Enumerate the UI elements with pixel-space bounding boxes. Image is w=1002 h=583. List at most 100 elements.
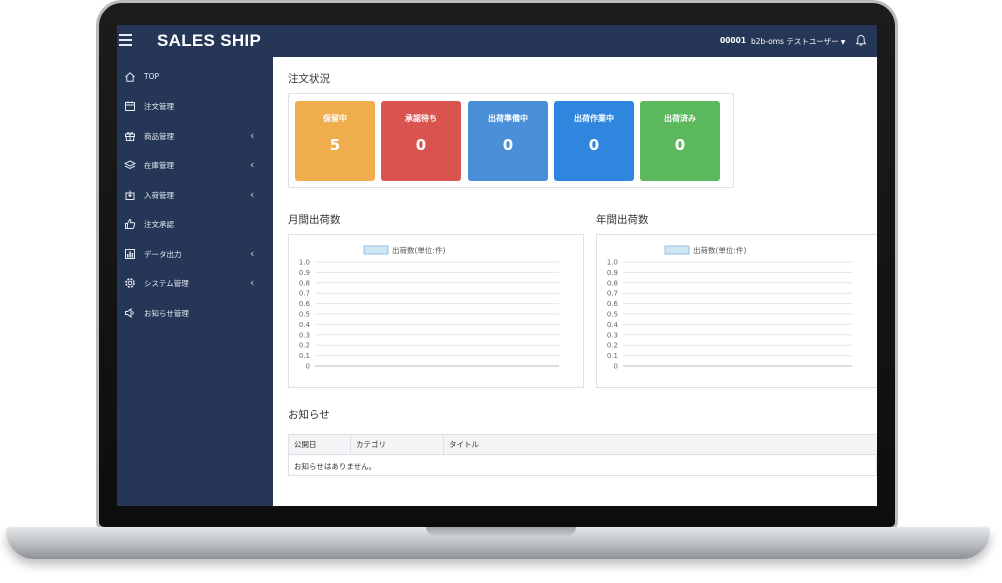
notices-table-header: 公開日 カテゴリ タイトル <box>289 435 877 455</box>
thumbs-up-icon <box>125 218 136 229</box>
bar-chart-icon <box>125 249 135 259</box>
laptop-notch <box>426 527 576 536</box>
status-card-count: 0 <box>502 136 514 154</box>
legend-swatch <box>363 245 389 255</box>
column-header-title[interactable]: タイトル <box>444 435 877 455</box>
y-tick-label: 0.8 <box>299 279 310 287</box>
status-card-count: 0 <box>674 136 686 154</box>
user-menu-dropdown[interactable]: b2b-oms テストユーザー ▼ <box>751 36 845 47</box>
top-navbar: SALES SHIP 00001 b2b-oms テストユーザー ▼ <box>117 25 877 57</box>
y-tick-label: 0.7 <box>299 290 310 298</box>
status-card-awaiting-approval[interactable]: 承認待ち 0 <box>381 101 461 181</box>
y-tick-label: 0.7 <box>607 290 618 298</box>
sidebar-item-notices[interactable]: お知らせ管理 <box>117 305 273 323</box>
sidebar-item-label: システム管理 <box>144 279 189 288</box>
status-card-shipped[interactable]: 出荷済み 0 <box>640 101 720 181</box>
status-card-count: 5 <box>329 136 341 154</box>
chevron-left-icon: ‹ <box>250 158 255 171</box>
sidebar-item-label: 商品管理 <box>144 132 174 141</box>
chevron-left-icon: ‹ <box>250 247 255 260</box>
sidebar-item-system[interactable]: システム管理 ‹ <box>117 275 273 293</box>
status-card-count: 0 <box>588 136 600 154</box>
home-icon <box>125 72 135 82</box>
legend-label: 出荷数(単位:件) <box>392 245 445 255</box>
notices-empty-message: お知らせはありません。 <box>294 462 377 471</box>
bell-icon[interactable] <box>855 34 867 47</box>
download-box-icon <box>125 190 135 200</box>
user-code: 00001 <box>720 36 747 45</box>
y-tick-label: 0.9 <box>299 269 310 277</box>
monthly-chart: 出荷数(単位:件) 1.0 0.9 0.8 0.7 0.6 0.5 0.4 0.3 0.2 0.1 0 <box>288 234 584 388</box>
y-tick-label: 0 <box>614 363 618 371</box>
app-title[interactable]: SALES SHIP <box>157 31 261 51</box>
notices-title: お知らせ <box>288 409 330 421</box>
y-tick-label: 0.6 <box>607 300 619 308</box>
sidebar-item-label: データ出力 <box>144 250 182 259</box>
y-tick-label: 0.1 <box>299 352 310 360</box>
y-tick-label: 0.2 <box>607 342 618 350</box>
sidebar-item-receiving[interactable]: 入荷管理 ‹ <box>117 187 273 205</box>
column-header-category[interactable]: カテゴリ <box>351 435 444 455</box>
y-tick-label: 0.8 <box>607 279 618 287</box>
sidebar-item-label: お知らせ管理 <box>144 309 189 318</box>
notices-table: 公開日 カテゴリ タイトル お知らせはありません。 <box>288 434 877 476</box>
status-card-preparing[interactable]: 出荷準備中 0 <box>468 101 548 181</box>
caret-down-icon: ▼ <box>840 39 846 46</box>
app-screen: SALES SHIP 00001 b2b-oms テストユーザー ▼ TOP 注文… <box>117 25 877 506</box>
yearly-chart-svg: 出荷数(単位:件) 1.0 0.9 0.8 0.7 0.6 0.5 0.4 0.3 0.2 0.1 0 <box>607 245 852 371</box>
y-tick-label: 0.9 <box>607 269 618 277</box>
order-status-panel: 保留中 5 承認待ち 0 出荷準備中 0 出荷作業中 0 出荷済み 0 <box>288 93 734 188</box>
status-card-count: 0 <box>415 136 427 154</box>
y-tick-label: 0.5 <box>299 311 310 319</box>
y-tick-label: 1.0 <box>607 259 618 267</box>
status-card-label: 承認待ち <box>405 114 437 123</box>
monthly-chart-title: 月間出荷数 <box>288 214 341 226</box>
sidebar-item-orders[interactable]: 注文管理 <box>117 98 273 116</box>
sidebar-item-label: 入荷管理 <box>144 191 174 200</box>
y-tick-label: 0.3 <box>607 331 618 339</box>
y-tick-label: 1.0 <box>299 259 310 267</box>
chevron-left-icon: ‹ <box>250 129 255 142</box>
gift-icon <box>125 132 135 141</box>
sidebar-item-label: TOP <box>144 72 160 81</box>
y-tick-label: 0 <box>306 363 310 371</box>
sidebar-item-data-export[interactable]: データ出力 ‹ <box>117 246 273 264</box>
status-card-label: 保留中 <box>323 114 347 123</box>
y-tick-label: 0.5 <box>607 311 618 319</box>
status-card-pending[interactable]: 保留中 5 <box>295 101 375 181</box>
gear-icon <box>125 278 135 288</box>
main-content: 注文状況 保留中 5 承認待ち 0 出荷準備中 0 出荷作業中 0 出荷済み 0 <box>273 57 877 506</box>
status-card-in-progress[interactable]: 出荷作業中 0 <box>554 101 634 181</box>
status-card-label: 出荷作業中 <box>574 114 614 123</box>
hamburger-menu-icon[interactable] <box>119 34 132 47</box>
layers-icon <box>124 160 136 170</box>
y-tick-label: 0.3 <box>299 331 310 339</box>
megaphone-icon <box>125 308 134 318</box>
sidebar-item-order-approval[interactable]: 注文承認 <box>117 216 273 234</box>
y-tick-label: 0.4 <box>607 321 619 329</box>
sidebar-item-label: 注文管理 <box>144 102 174 111</box>
user-name: b2b-oms テストユーザー <box>751 37 839 46</box>
monthly-chart-svg: 出荷数(単位:件) 1.0 0.9 0.8 0.7 0.6 0.5 0.4 0.3 0.2 0.1 0 <box>299 245 559 371</box>
y-tick-label: 0.1 <box>607 352 618 360</box>
sidebar-item-label: 在庫管理 <box>144 161 174 170</box>
chevron-left-icon: ‹ <box>250 188 255 201</box>
status-card-label: 出荷準備中 <box>488 114 528 123</box>
yearly-chart-title: 年間出荷数 <box>596 214 649 226</box>
legend-label: 出荷数(単位:件) <box>693 245 746 255</box>
status-card-label: 出荷済み <box>664 114 696 123</box>
chevron-left-icon: ‹ <box>250 276 255 289</box>
column-header-date[interactable]: 公開日 <box>289 435 351 455</box>
calendar-icon <box>125 101 135 111</box>
sidebar-item-products[interactable]: 商品管理 ‹ <box>117 128 273 146</box>
yearly-chart: 出荷数(単位:件) 1.0 0.9 0.8 0.7 0.6 0.5 0.4 0.3 0.2 0.1 0 <box>596 234 877 388</box>
sidebar-item-top[interactable]: TOP <box>117 69 273 87</box>
order-status-title: 注文状況 <box>288 73 330 85</box>
sidebar-item-label: 注文承認 <box>144 220 174 229</box>
sidebar-item-inventory[interactable]: 在庫管理 ‹ <box>117 157 273 175</box>
y-tick-label: 0.2 <box>299 342 310 350</box>
y-tick-label: 0.6 <box>299 300 311 308</box>
legend-swatch <box>664 245 690 255</box>
sidebar: TOP 注文管理 商品管理 ‹ 在庫管理 ‹ 入荷管理 ‹ 注文承認 データ出力… <box>117 57 273 506</box>
y-tick-label: 0.4 <box>299 321 311 329</box>
